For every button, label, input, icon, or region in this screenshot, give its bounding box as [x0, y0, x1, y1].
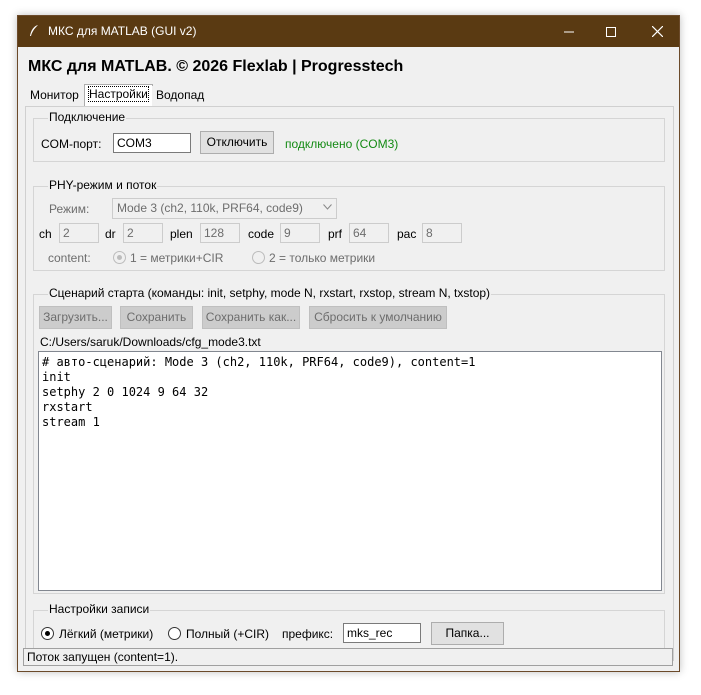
param-code-input[interactable]: 9 [280, 223, 320, 243]
record-full-radio[interactable] [168, 627, 181, 640]
record-full-label: Полный (+CIR) [186, 627, 269, 641]
chevron-down-icon [323, 204, 332, 210]
save-as-button[interactable]: Сохранить как... [202, 306, 300, 329]
script-line: # авто-сценарий: Mode 3 (ch2, 110k, PRF6… [42, 355, 476, 369]
param-code-label: code [248, 227, 275, 241]
script-line: init [42, 370, 71, 384]
maximize-button[interactable] [588, 16, 634, 47]
record-light-radio[interactable] [41, 627, 54, 640]
record-light-label: Лёгкий (метрики) [59, 627, 154, 641]
com-port-label: COM-порт: [41, 137, 102, 151]
script-line: rxstart [42, 400, 93, 414]
connection-group: Подключение COM-порт: COM3 Отключить под… [33, 110, 665, 162]
param-ch-label: ch [39, 227, 52, 241]
mode-label: Режим: [49, 202, 90, 216]
minimize-icon [564, 31, 574, 32]
param-pac-label: pac [397, 227, 417, 241]
mode-select-value: Mode 3 (ch2, 110k, PRF64, code9) [117, 201, 303, 215]
param-prf-input[interactable]: 64 [349, 223, 389, 243]
content-option-1-radio[interactable] [113, 251, 126, 264]
script-line: setphy 2 0 1024 9 64 32 [42, 385, 209, 399]
close-icon [651, 26, 663, 37]
load-button[interactable]: Загрузить... [39, 306, 112, 329]
recording-group-title: Настройки записи [48, 602, 151, 616]
maximize-icon [606, 26, 616, 37]
param-plen-input[interactable]: 128 [200, 223, 240, 243]
param-ch-input[interactable]: 2 [59, 223, 99, 243]
com-port-input[interactable]: COM3 [113, 133, 191, 153]
param-dr-label: dr [105, 227, 116, 241]
param-prf-label: prf [328, 227, 343, 241]
tab-monitor[interactable]: Монитор [26, 86, 83, 106]
tab-label: Настройки [88, 86, 149, 102]
folder-button[interactable]: Папка... [431, 622, 504, 645]
prefix-label: префикс: [282, 627, 334, 641]
connection-status: подключено (COM3) [285, 137, 399, 151]
feather-icon [30, 25, 38, 36]
recording-group: Настройки записи Лёгкий (метрики) Полный… [33, 602, 665, 651]
save-button[interactable]: Сохранить [120, 306, 193, 329]
tab-settings[interactable]: Настройки [84, 84, 153, 106]
reset-defaults-button[interactable]: Сбросить к умолчанию [309, 306, 447, 329]
title-bar[interactable]: МКС для MATLAB (GUI v2) [18, 16, 679, 47]
status-bar: Поток запущен (content=1). [23, 648, 673, 666]
phy-group: PHY-режим и поток Режим: Mode 3 (ch2, 11… [33, 178, 665, 271]
script-line: stream 1 [42, 415, 100, 429]
mode-select[interactable]: Mode 3 (ch2, 110k, PRF64, code9) [112, 198, 337, 219]
param-dr-input[interactable]: 2 [123, 223, 163, 243]
content-option-2-label: 2 = только метрики [269, 251, 376, 265]
app-window: МКС для MATLAB (GUI v2) МКС для MATLAB. … [17, 15, 680, 672]
minimize-button[interactable] [546, 16, 592, 47]
param-plen-label: plen [170, 227, 193, 241]
script-editor[interactable]: # авто-сценарий: Mode 3 (ch2, 110k, PRF6… [38, 351, 662, 591]
phy-group-title: PHY-режим и поток [48, 178, 158, 192]
content-option-1-label: 1 = метрики+CIR [130, 251, 224, 265]
param-pac-input[interactable]: 8 [422, 223, 462, 243]
window-title: МКС для MATLAB (GUI v2) [48, 24, 197, 38]
content-label: content: [48, 251, 91, 265]
settings-panel: Подключение COM-порт: COM3 Отключить под… [25, 106, 674, 661]
disconnect-button[interactable]: Отключить [200, 131, 274, 154]
scenario-group-title: Сценарий старта (команды: init, setphy, … [48, 286, 492, 300]
tab-label: Водопад [156, 88, 205, 102]
prefix-input[interactable]: mks_rec [343, 623, 421, 643]
app-heading: МКС для MATLAB. © 2026 Flexlab | Progres… [28, 58, 404, 75]
content-option-2-radio[interactable] [252, 251, 265, 264]
close-button[interactable] [634, 16, 680, 47]
tab-label: Монитор [30, 88, 79, 102]
file-path: C:/Users/saruk/Downloads/cfg_mode3.txt [40, 335, 261, 349]
tab-waterfall[interactable]: Водопад [152, 86, 209, 106]
connection-group-title: Подключение [48, 110, 127, 124]
